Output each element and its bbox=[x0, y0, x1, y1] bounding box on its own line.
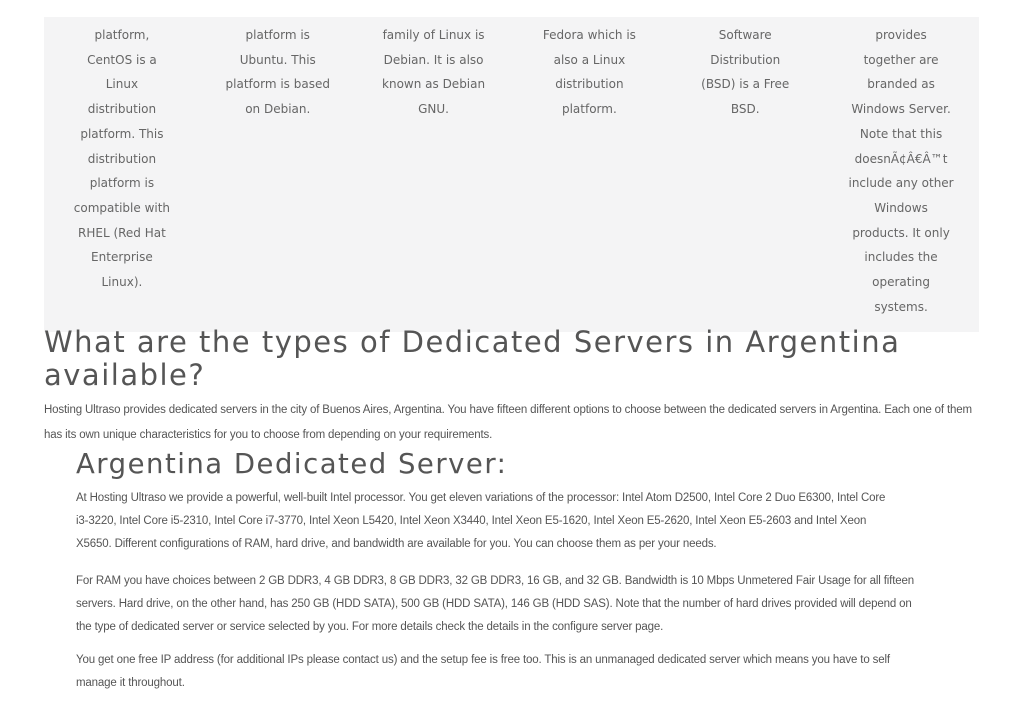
cell-line: platform. bbox=[561, 102, 617, 117]
paragraph-line: the type of dedicated server or service … bbox=[76, 621, 664, 633]
cell-line: Distribution bbox=[710, 52, 781, 67]
cell-line: Enterprise bbox=[91, 250, 153, 265]
cell-line: Windows bbox=[874, 200, 928, 215]
intro-paragraph: Hosting Ultraso provides dedicated serve… bbox=[44, 404, 972, 441]
ram-bandwidth-paragraph: For RAM you have choices between 2 GB DD… bbox=[76, 570, 976, 639]
paragraph-line: servers. Hard drive, on the other hand, … bbox=[76, 598, 912, 610]
subsection-heading: Argentina Dedicated Server: bbox=[76, 448, 508, 480]
section-heading: What are the types of Dedicated Servers … bbox=[44, 325, 901, 392]
cell-line: platform, bbox=[94, 28, 150, 42]
cell-line: Windows Server. bbox=[851, 102, 951, 117]
os-column-windows: provides together are branded as Windows… bbox=[823, 17, 979, 332]
cell-line: compatible with bbox=[73, 200, 171, 215]
cell-line: distribution bbox=[87, 102, 157, 117]
ip-setup-paragraph: You get one free IP address (for additio… bbox=[76, 649, 976, 695]
cell-line: Ubuntu. This bbox=[239, 52, 316, 67]
os-comparison-table: platform, CentOS is a Linux distribution… bbox=[44, 17, 979, 332]
cell-line: include any other bbox=[848, 176, 954, 191]
os-column-freebsd: Software Distribution (BSD) is a Free BS… bbox=[667, 17, 823, 332]
cell-line: Linux bbox=[105, 77, 139, 92]
cell-line: Debian. It is also bbox=[383, 52, 484, 67]
cell-line: branded as bbox=[867, 77, 935, 92]
paragraph-line: i3-3220, Intel Core i5-2310, Intel Core … bbox=[76, 515, 867, 527]
cell-line: Linux). bbox=[101, 275, 143, 290]
cell-line: CentOS is a bbox=[87, 52, 157, 67]
cell-line: known as Debian bbox=[382, 77, 486, 92]
cell-line: platform. This bbox=[80, 126, 164, 141]
cell-line: distribution bbox=[555, 77, 624, 92]
os-column-ubuntu: platform is Ubuntu. This platform is bas… bbox=[200, 17, 356, 332]
cell-line: on Debian. bbox=[245, 102, 311, 117]
cell-line: Software bbox=[718, 28, 772, 42]
cell-line: together are bbox=[863, 52, 939, 67]
cell-line: BSD. bbox=[730, 102, 760, 117]
cell-line: doesnÃ¢Â€Â™t bbox=[854, 151, 948, 166]
cell-line: systems. bbox=[874, 299, 928, 314]
cell-line: (BSD) is a Free bbox=[701, 77, 790, 92]
cell-line: platform is based bbox=[225, 77, 330, 92]
cell-line: Note that this bbox=[859, 126, 943, 141]
cell-line: Fedora which is bbox=[542, 28, 636, 42]
cell-line: RHEL (Red Hat bbox=[78, 225, 166, 240]
paragraph-line: manage it throughout. bbox=[76, 677, 185, 689]
processor-paragraph: At Hosting Ultraso we provide a powerful… bbox=[76, 487, 976, 556]
cell-line: includes the bbox=[864, 250, 938, 265]
paragraph-line: At Hosting Ultraso we provide a powerful… bbox=[76, 492, 886, 504]
paragraph-line: X5650. Different configurations of RAM, … bbox=[76, 538, 717, 550]
cell-line: provides bbox=[875, 28, 927, 42]
cell-line: also a Linux bbox=[553, 52, 626, 67]
cell-line: GNU. bbox=[418, 102, 449, 117]
cell-line: distribution bbox=[87, 151, 157, 166]
os-column-debian: family of Linux is Debian. It is also kn… bbox=[356, 17, 512, 332]
cell-line: operating bbox=[872, 275, 930, 290]
cell-line: platform is bbox=[245, 28, 310, 42]
os-column-centos: platform, CentOS is a Linux distribution… bbox=[44, 17, 200, 332]
cell-line: family of Linux is bbox=[382, 28, 485, 42]
os-column-fedora: Fedora which is also a Linux distributio… bbox=[511, 17, 667, 332]
cell-line: platform is bbox=[89, 176, 155, 191]
cell-line: products. It only bbox=[852, 225, 950, 240]
paragraph-line: For RAM you have choices between 2 GB DD… bbox=[76, 575, 915, 587]
paragraph-line: You get one free IP address (for additio… bbox=[76, 654, 890, 666]
